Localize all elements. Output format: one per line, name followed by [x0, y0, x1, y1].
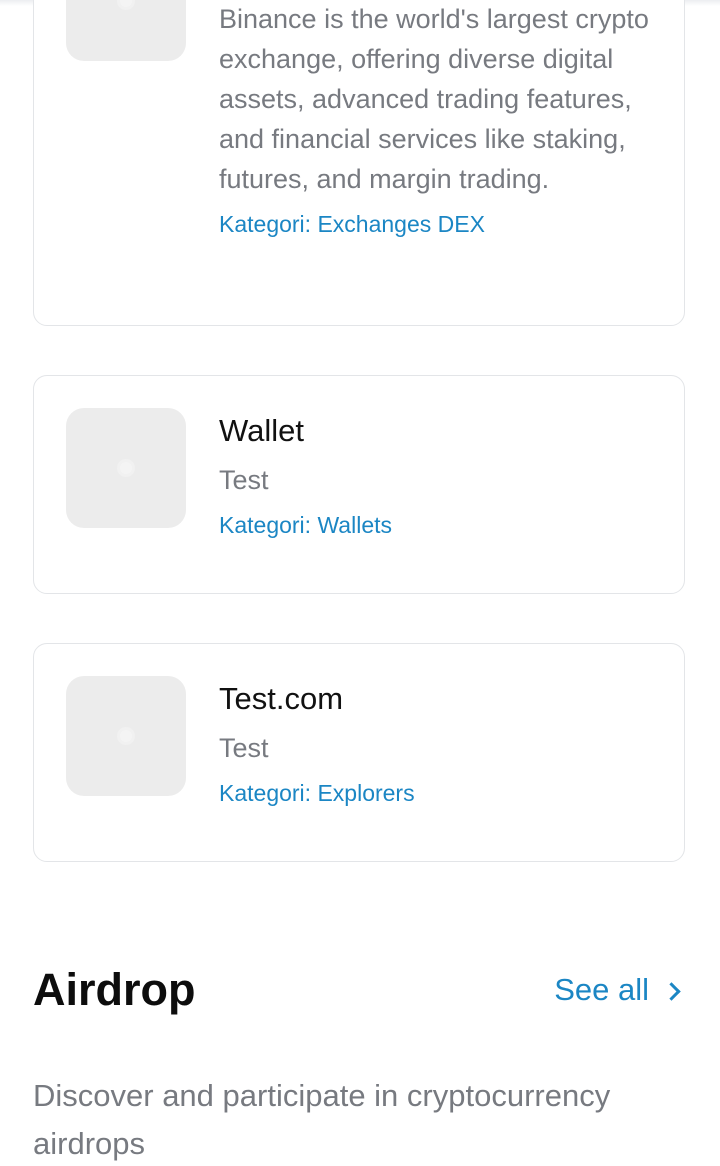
image-placeholder-icon: [120, 0, 132, 7]
chevron-right-icon: [662, 981, 681, 1001]
card-category[interactable]: Kategori: Wallets: [219, 510, 664, 540]
page: Binance is the world's largest crypto ex…: [0, 0, 720, 1166]
image-placeholder-icon: [120, 730, 132, 742]
card-description: Test: [219, 465, 269, 495]
card-thumbnail: [66, 676, 186, 796]
card-category[interactable]: Kategori: Explorers: [219, 778, 664, 808]
airdrop-section-description: Discover and participate in cryptocurren…: [33, 1078, 611, 1161]
see-all-airdrop-link[interactable]: See all: [554, 970, 681, 1010]
card-thumbnail: [66, 408, 186, 528]
resource-card-wallet[interactable]: Wallet Test Kategori: Wallets: [33, 375, 685, 594]
card-thumbnail: [66, 0, 186, 61]
card-title: Wallet: [219, 413, 304, 448]
card-description: Binance is the world's largest crypto ex…: [219, 4, 649, 194]
card-category[interactable]: Kategori: Exchanges DEX: [219, 209, 664, 239]
airdrop-section-title: Airdrop: [33, 964, 196, 1015]
card-info: Test.com Test Kategori: Explorers: [219, 680, 664, 808]
resource-card-binance[interactable]: Binance is the world's largest crypto ex…: [33, 0, 685, 326]
resource-card-test-com[interactable]: Test.com Test Kategori: Explorers: [33, 643, 685, 862]
card-info: Binance is the world's largest crypto ex…: [219, 0, 664, 239]
card-description: Test: [219, 733, 269, 763]
image-placeholder-icon: [120, 462, 132, 474]
card-info: Wallet Test Kategori: Wallets: [219, 412, 664, 540]
card-title: Test.com: [219, 681, 344, 716]
see-all-label: See all: [554, 972, 649, 1007]
